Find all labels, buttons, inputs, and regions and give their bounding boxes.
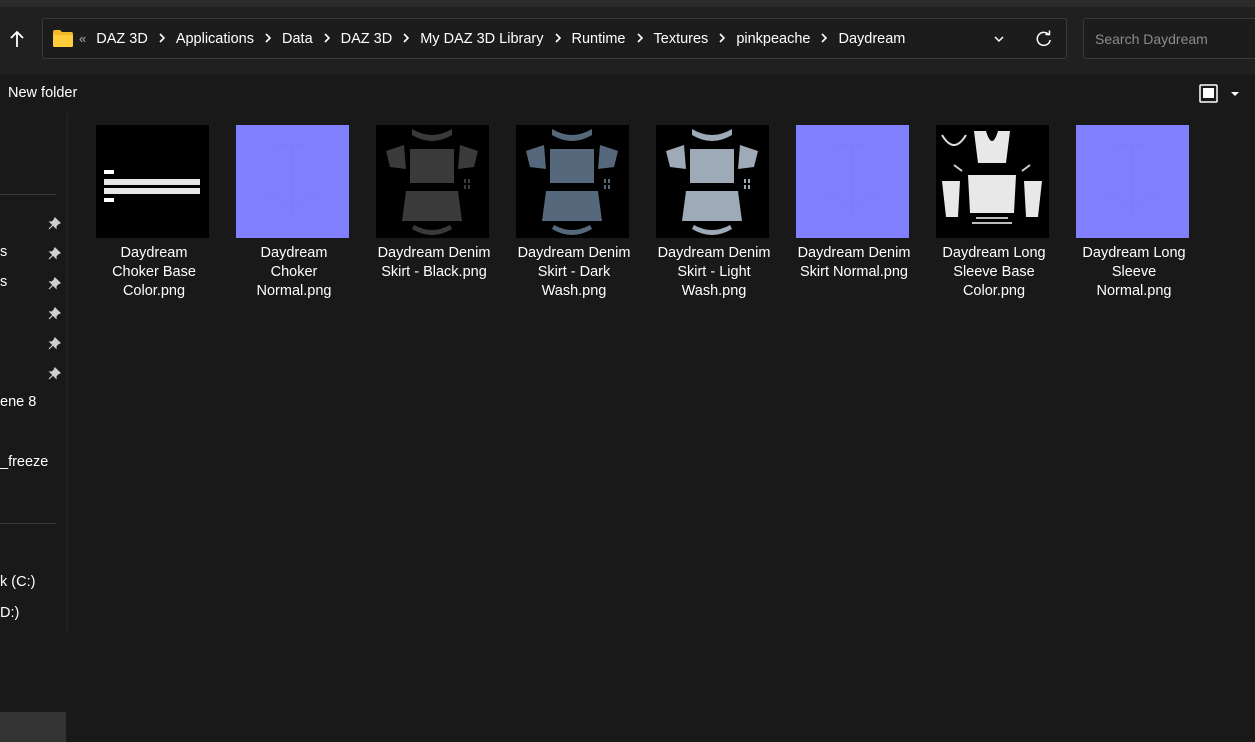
file-name-line: Normal.png — [1096, 283, 1172, 299]
file-name-line: Daydream Denim — [797, 245, 911, 261]
file-name-line: Sleeve Base — [953, 264, 1035, 280]
breadcrumb-item[interactable]: Applications — [174, 31, 256, 47]
file-thumbnail[interactable] — [376, 125, 489, 238]
file-name-line: Choker — [270, 264, 318, 280]
file-name: Daydream Choker Normal.png — [224, 244, 364, 301]
file-name-line: Wash.png — [541, 283, 607, 299]
file-name-line: Daydream Denim — [657, 245, 771, 261]
pin-icon[interactable] — [48, 366, 62, 383]
file-name-line: Daydream — [120, 245, 188, 261]
nav-item-drive-c[interactable]: k (C:) — [0, 574, 35, 590]
refresh-icon[interactable] — [1033, 28, 1055, 50]
nav-item-freeze[interactable]: _freeze — [0, 454, 48, 470]
file-name-line: Color.png — [962, 283, 1026, 299]
search-placeholder: Search Daydream — [1095, 31, 1208, 47]
file-name: Daydream Denim Skirt - Black.png — [364, 244, 504, 282]
nav-item-quick-access-1[interactable]: s — [0, 244, 7, 260]
search-box[interactable]: Search Daydream — [1083, 18, 1255, 59]
breadcrumb-item[interactable]: Runtime — [570, 31, 628, 47]
breadcrumb-separator-icon[interactable] — [265, 31, 272, 47]
file-name: Daydream Denim Skirt - Light Wash.png — [644, 244, 784, 301]
file-name: Daydream Denim Skirt Normal.png — [784, 244, 924, 282]
nav-divider — [0, 523, 56, 524]
file-thumbnail[interactable] — [96, 125, 209, 238]
file-list: Daydream Choker Base Color.png Daydream Chok… — [69, 113, 1255, 632]
pin-icon[interactable] — [48, 276, 62, 293]
breadcrumb: « DAZ 3D Applications Data DAZ 3D My DAZ 3D … — [79, 19, 907, 58]
file-name-line: Daydream Denim — [517, 245, 631, 261]
breadcrumb-separator-icon[interactable] — [554, 31, 561, 47]
navigation-pane: s s ene 8 _freeze k (C:) D:) — [0, 113, 66, 742]
file-name-line: Wash.png — [681, 283, 747, 299]
file-name: Daydream Choker Base Color.png — [84, 244, 224, 301]
breadcrumb-separator-icon[interactable] — [159, 31, 165, 47]
pin-icon[interactable] — [48, 216, 62, 233]
breadcrumb-item[interactable]: My DAZ 3D Library — [418, 31, 545, 47]
command-bar: New folder — [0, 75, 1255, 113]
folder-icon — [53, 30, 73, 47]
file-name-line: Daydream Denim — [377, 245, 491, 261]
file-name-line: Skirt - Light — [677, 264, 751, 280]
file-name-line: Skirt - Black.png — [381, 264, 487, 280]
file-thumbnail[interactable] — [656, 125, 769, 238]
file-thumbnail[interactable] — [236, 125, 349, 238]
nav-divider — [0, 194, 56, 195]
nav-item-scene-8[interactable]: ene 8 — [0, 394, 36, 410]
file-name-line: Skirt - Dark — [537, 264, 611, 280]
pin-icon[interactable] — [48, 336, 62, 353]
nav-item-drive-d[interactable]: D:) — [0, 605, 19, 621]
up-button[interactable] — [4, 25, 30, 53]
breadcrumb-item[interactable]: Daydream — [836, 31, 907, 47]
file-thumbnail[interactable] — [516, 125, 629, 238]
pin-icon[interactable] — [48, 246, 62, 263]
overflow-chevrons-icon[interactable]: « — [79, 31, 86, 46]
view-layout-icon[interactable] — [1199, 84, 1218, 103]
new-folder-button[interactable]: New folder — [8, 85, 77, 101]
breadcrumb-separator-icon[interactable] — [636, 31, 643, 47]
file-name-line: Daydream Long — [942, 245, 1046, 261]
breadcrumb-separator-icon[interactable] — [324, 31, 330, 47]
breadcrumb-separator-icon[interactable] — [821, 31, 828, 47]
breadcrumb-item[interactable]: DAZ 3D — [94, 31, 150, 47]
file-name: Daydream Denim Skirt - Dark Wash.png — [504, 244, 644, 301]
chevron-down-icon[interactable] — [989, 29, 1009, 49]
file-name-line: Color.png — [122, 283, 186, 299]
file-thumbnail[interactable] — [936, 125, 1049, 238]
breadcrumb-item[interactable]: Textures — [652, 31, 711, 47]
pin-icon[interactable] — [48, 306, 62, 323]
file-name-line: Skirt Normal.png — [800, 264, 908, 280]
up-arrow-icon — [10, 30, 24, 47]
title-toolbar: « DAZ 3D Applications Data DAZ 3D My DAZ 3D … — [0, 0, 1255, 75]
file-name-line: Normal.png — [256, 283, 332, 299]
breadcrumb-item[interactable]: pinkpeache — [734, 31, 812, 47]
window-top-edge — [0, 0, 1255, 7]
file-thumbnail[interactable] — [796, 125, 909, 238]
breadcrumb-separator-icon[interactable] — [719, 31, 726, 47]
file-name: Daydream Long Sleeve Normal.png — [1064, 244, 1204, 301]
file-name-line: Sleeve — [1111, 264, 1157, 280]
breadcrumb-item[interactable]: DAZ 3D — [339, 31, 395, 47]
breadcrumb-item[interactable]: Data — [280, 31, 315, 47]
file-thumbnail[interactable] — [1076, 125, 1189, 238]
nav-item-quick-access-2[interactable]: s — [0, 274, 7, 290]
view-options-chevron-icon[interactable] — [1229, 90, 1241, 98]
address-bar[interactable]: « DAZ 3D Applications Data DAZ 3D My DAZ 3D … — [42, 18, 1067, 59]
breadcrumb-separator-icon[interactable] — [403, 31, 410, 47]
nav-selected-highlight — [0, 712, 66, 742]
file-name-line: Daydream — [260, 245, 328, 261]
file-name-line: Daydream Long — [1082, 245, 1186, 261]
file-name-line: Choker Base — [112, 264, 196, 280]
file-name: Daydream Long Sleeve Base Color.png — [924, 244, 1064, 301]
